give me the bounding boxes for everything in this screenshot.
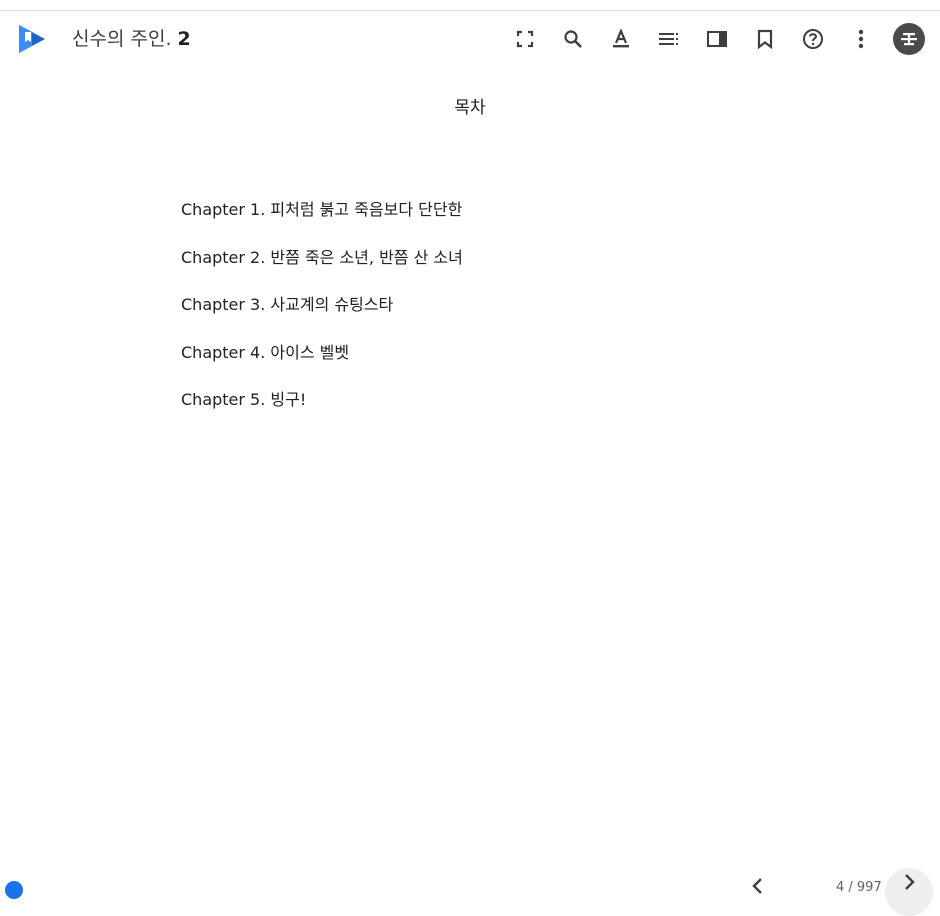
- toc-item-chapter-2[interactable]: Chapter 2. 반쯤 죽은 소년, 반쯤 산 소녀: [181, 247, 463, 295]
- window-top-border: [0, 0, 940, 11]
- bookmark-icon[interactable]: [749, 23, 781, 55]
- next-page-button[interactable]: [885, 868, 933, 916]
- reading-mode-icon[interactable]: [701, 23, 733, 55]
- table-of-contents-icon[interactable]: [653, 23, 685, 55]
- book-volume: 2: [177, 28, 191, 50]
- play-books-logo-icon[interactable]: [17, 23, 47, 55]
- help-icon[interactable]: [797, 23, 829, 55]
- account-avatar-icon: [901, 33, 917, 46]
- book-title-text: 신수의 주인.: [72, 28, 172, 50]
- previous-page-icon[interactable]: [748, 876, 768, 896]
- app-header: 신수의 주인. 2: [0, 11, 940, 69]
- toc-item-chapter-1[interactable]: Chapter 1. 피처럼 붉고 죽음보다 단단한: [181, 199, 463, 247]
- toc-list: Chapter 1. 피처럼 붉고 죽음보다 단단한 Chapter 2. 반쯤…: [181, 199, 463, 437]
- toc-item-chapter-4[interactable]: Chapter 4. 아이스 벨벳: [181, 342, 463, 390]
- fullscreen-icon[interactable]: [509, 23, 541, 55]
- page-indicator: 4 / 997: [836, 880, 882, 895]
- more-options-icon[interactable]: [845, 23, 877, 55]
- chevron-right-icon: [905, 874, 915, 890]
- account-avatar[interactable]: [893, 23, 925, 55]
- toc-item-chapter-5[interactable]: Chapter 5. 빙구!: [181, 389, 463, 437]
- toc-item-chapter-3[interactable]: Chapter 3. 사교계의 슈팅스타: [181, 294, 463, 342]
- search-icon[interactable]: [557, 23, 589, 55]
- book-title: 신수의 주인. 2: [72, 27, 191, 51]
- reading-progress-handle[interactable]: [5, 881, 23, 899]
- toc-title: 목차: [454, 98, 486, 118]
- text-format-icon[interactable]: [605, 23, 637, 55]
